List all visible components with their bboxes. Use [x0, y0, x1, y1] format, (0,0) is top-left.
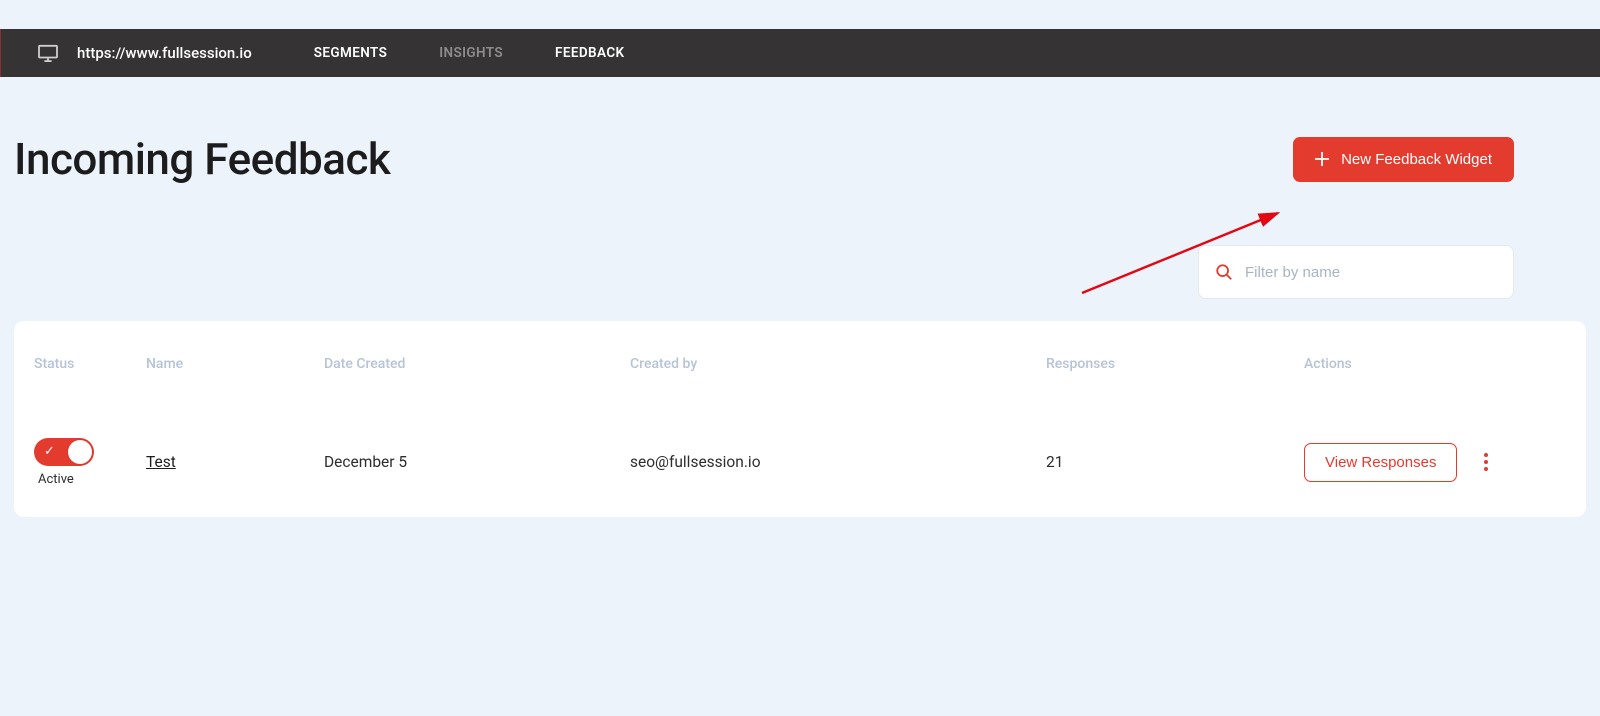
name-cell: Test — [146, 453, 324, 471]
check-icon: ✓ — [44, 444, 55, 459]
more-vert-icon[interactable] — [1484, 453, 1488, 471]
monitor-icon — [37, 44, 59, 62]
row-name-link[interactable]: Test — [146, 453, 176, 471]
actions-cell: View Responses — [1304, 443, 1484, 482]
search-input[interactable] — [1245, 264, 1497, 281]
search-wrap — [14, 245, 1586, 299]
site-url[interactable]: https://www.fullsession.io — [77, 44, 252, 62]
page-title: Incoming Feedback — [14, 133, 390, 185]
search-box[interactable] — [1198, 245, 1514, 299]
created-by-cell: seo@fullsession.io — [630, 453, 1046, 471]
responses-cell: 21 — [1046, 453, 1304, 471]
status-label: Active — [38, 472, 74, 487]
nav-feedback[interactable]: FEEDBACK — [555, 45, 625, 61]
more-cell — [1484, 453, 1528, 471]
status-toggle[interactable]: ✓ — [34, 438, 94, 466]
col-status: Status — [34, 356, 146, 372]
toggle-knob — [68, 440, 92, 464]
topbar: https://www.fullsession.io SEGMENTS INSI… — [0, 29, 1600, 77]
view-responses-button[interactable]: View Responses — [1304, 443, 1457, 482]
plus-icon — [1315, 152, 1329, 166]
date-cell: December 5 — [324, 453, 630, 471]
feedback-table: Status Name Date Created Created by Resp… — [14, 321, 1586, 517]
col-name: Name — [146, 356, 324, 372]
content: Incoming Feedback New Feedback Widget — [0, 77, 1600, 517]
col-responses: Responses — [1046, 356, 1304, 372]
search-icon — [1215, 263, 1233, 281]
col-date-created: Date Created — [324, 356, 630, 372]
col-created-by: Created by — [630, 356, 1046, 372]
nav-insights[interactable]: INSIGHTS — [439, 45, 503, 61]
status-cell: ✓ Active — [34, 438, 146, 487]
new-feedback-widget-label: New Feedback Widget — [1341, 151, 1492, 168]
table-row: ✓ Active Test December 5 seo@fullsession… — [14, 407, 1586, 517]
nav-segments[interactable]: SEGMENTS — [314, 45, 387, 61]
new-feedback-widget-button[interactable]: New Feedback Widget — [1293, 137, 1514, 182]
page-header: Incoming Feedback New Feedback Widget — [14, 133, 1586, 185]
col-actions: Actions — [1304, 356, 1484, 372]
table-header: Status Name Date Created Created by Resp… — [14, 321, 1586, 407]
